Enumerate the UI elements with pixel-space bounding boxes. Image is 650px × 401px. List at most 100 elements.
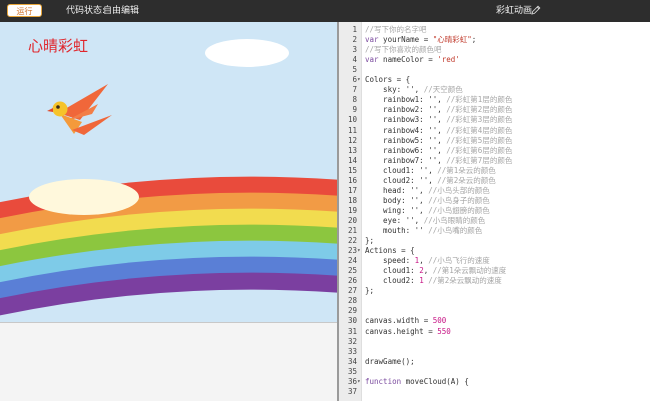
code-line[interactable]: 3 //写下你喜欢的颜色吧	[339, 45, 650, 55]
code-line[interactable]: 8 rainbow1: '', //彩虹第1层的颜色	[339, 95, 650, 105]
code-line[interactable]: 32	[339, 337, 650, 347]
line-number: 18	[347, 195, 357, 205]
line-number: 2	[352, 35, 357, 45]
line-number: 14	[347, 155, 357, 165]
code-line[interactable]: 10 rainbow3: '', //彩虹第3层的颜色	[339, 115, 650, 125]
code-line[interactable]: 2 var yourName = "心晴彩虹";	[339, 35, 650, 45]
line-number: 26	[347, 276, 357, 286]
canvas-preview[interactable]: 心晴彩虹	[0, 22, 337, 322]
code-line[interactable]: 23 ▾ Actions = {	[339, 246, 650, 256]
line-number: 6	[352, 75, 357, 85]
code-text: body: '', //小鸟身子的颜色	[365, 195, 490, 205]
line-number: 20	[347, 215, 357, 225]
code-line[interactable]: 17 head: '', //小鸟头部的颜色	[339, 186, 650, 196]
line-number: 27	[347, 286, 357, 296]
line-number: 34	[347, 356, 357, 366]
top-toolbar: 运行 代码状态: 自由编辑 彩虹动画	[0, 0, 650, 22]
preview-console-area	[0, 322, 337, 401]
code-line[interactable]: 27};	[339, 286, 650, 296]
code-line[interactable]: 22};	[339, 236, 650, 246]
line-number: 35	[347, 366, 357, 376]
line-number: 12	[347, 135, 357, 145]
code-line[interactable]: 28	[339, 296, 650, 306]
code-line[interactable]: 13 rainbow6: '', //彩虹第6层的颜色	[339, 146, 650, 156]
line-number: 28	[347, 296, 357, 306]
code-text: canvas.height = 550	[365, 326, 451, 336]
code-line[interactable]: 4 var nameColor = 'red'	[339, 55, 650, 65]
code-line[interactable]: 20 eye: '', //小鸟眼睛的颜色	[339, 216, 650, 226]
code-line[interactable]: 9 rainbow2: '', //彩虹第2层的颜色	[339, 105, 650, 115]
code-text: mouth: '' //小鸟嘴的颜色	[365, 226, 483, 235]
code-line[interactable]: 18 body: '', //小鸟身子的颜色	[339, 196, 650, 206]
fold-toggle-icon[interactable]: ▾	[357, 246, 363, 256]
line-number: 36	[347, 376, 357, 386]
code-line[interactable]: 30 canvas.width = 500	[339, 316, 650, 326]
rainbow-scene: 心晴彩虹	[0, 22, 337, 322]
code-text: rainbow7: '', //彩虹第7层的颜色	[365, 155, 513, 165]
fold-toggle-icon[interactable]: ▾	[357, 377, 363, 387]
line-number: 29	[347, 306, 357, 316]
fold-toggle-icon[interactable]: ▾	[357, 75, 363, 85]
code-text: eye: '', //小鸟眼睛的颜色	[365, 215, 486, 225]
code-line[interactable]: 24 speed: 1, //小鸟飞行的速度	[339, 256, 650, 266]
code-line[interactable]: 35	[339, 367, 650, 377]
code-text: head: '', //小鸟头部的颜色	[365, 185, 490, 195]
project-title: 彩虹动画	[496, 6, 533, 16]
line-number: 25	[347, 266, 357, 276]
code-line[interactable]: 14 rainbow7: '', //彩虹第7层的颜色	[339, 156, 650, 166]
line-number: 21	[347, 226, 357, 235]
line-number: 15	[347, 165, 357, 175]
code-line[interactable]: 34 drawGame();	[339, 357, 650, 367]
code-line[interactable]: 1 //写下你的名字吧	[339, 25, 650, 35]
code-line[interactable]: 25 cloud1: 2, //第1朵云飘动的速度	[339, 266, 650, 276]
line-number: 24	[347, 256, 357, 266]
code-playground-window: 运行 代码状态: 自由编辑 彩虹动画 心晴彩虹 1 //写下你的名字吧 2 va…	[0, 0, 650, 401]
code-line[interactable]: 37	[339, 387, 650, 397]
code-text: function moveCloud(A) {	[365, 376, 469, 386]
code-status-label: 代码状态:	[66, 6, 106, 16]
code-line[interactable]: 19 wing: '', //小鸟翅膀的颜色	[339, 206, 650, 216]
code-line[interactable]: 5	[339, 65, 650, 75]
code-line[interactable]: 12 rainbow5: '', //彩虹第5层的颜色	[339, 136, 650, 146]
code-line[interactable]: 16 cloud2: '', //第2朵云的颜色	[339, 176, 650, 186]
code-line[interactable]: 36 ▾ function moveCloud(A) {	[339, 377, 650, 387]
code-line[interactable]: 6 ▾ Colors = {	[339, 75, 650, 85]
code-line[interactable]: 33	[339, 347, 650, 357]
code-text: rainbow3: '', //彩虹第3层的颜色	[365, 115, 513, 125]
run-button[interactable]: 运行	[7, 4, 42, 17]
code-editor[interactable]: 1 //写下你的名字吧 2 var yourName = "心晴彩虹"; 3 //写下你喜…	[339, 22, 650, 401]
code-line[interactable]: 29	[339, 306, 650, 316]
bird-head	[52, 101, 68, 117]
code-line[interactable]: 31 canvas.height = 550	[339, 327, 650, 337]
code-text: canvas.width = 500	[365, 316, 447, 326]
code-text: cloud2: '', //第2朵云的颜色	[365, 175, 496, 185]
line-number: 32	[347, 336, 357, 346]
code-text: rainbow1: '', //彩虹第1层的颜色	[365, 95, 513, 105]
bird-eye	[56, 105, 60, 109]
code-line[interactable]: 21 mouth: '' //小鸟嘴的颜色	[339, 226, 650, 236]
code-line[interactable]: 15 cloud1: '', //第1朵云的颜色	[339, 166, 650, 176]
code-text: //写下你的名字吧	[365, 25, 427, 34]
line-number: 13	[347, 145, 357, 155]
pencil-edit-icon[interactable]	[530, 4, 542, 16]
code-text: var yourName = "心晴彩虹";	[365, 35, 477, 45]
line-number: 31	[347, 326, 357, 336]
line-number: 23	[347, 246, 357, 256]
code-line[interactable]: 7 sky: '', //天空颜色	[339, 85, 650, 95]
code-line[interactable]: 26 cloud2: 1 //第2朵云飘动的速度	[339, 276, 650, 286]
line-number: 4	[352, 55, 357, 65]
code-text: rainbow2: '', //彩虹第2层的颜色	[365, 105, 513, 115]
line-number: 10	[347, 115, 357, 125]
line-number: 17	[347, 185, 357, 195]
code-line[interactable]: 11 rainbow4: '', //彩虹第4层的颜色	[339, 126, 650, 136]
line-number: 22	[347, 236, 357, 246]
line-number: 1	[352, 25, 357, 34]
line-number: 5	[352, 65, 357, 75]
code-status-mode[interactable]: 自由编辑	[103, 5, 139, 17]
line-number: 7	[352, 85, 357, 95]
line-number: 33	[347, 346, 357, 356]
code-text: cloud2: 1 //第2朵云飘动的速度	[365, 276, 502, 286]
code-text: rainbow6: '', //彩虹第6层的颜色	[365, 145, 513, 155]
line-number: 16	[347, 175, 357, 185]
code-text: //写下你喜欢的颜色吧	[365, 45, 442, 55]
